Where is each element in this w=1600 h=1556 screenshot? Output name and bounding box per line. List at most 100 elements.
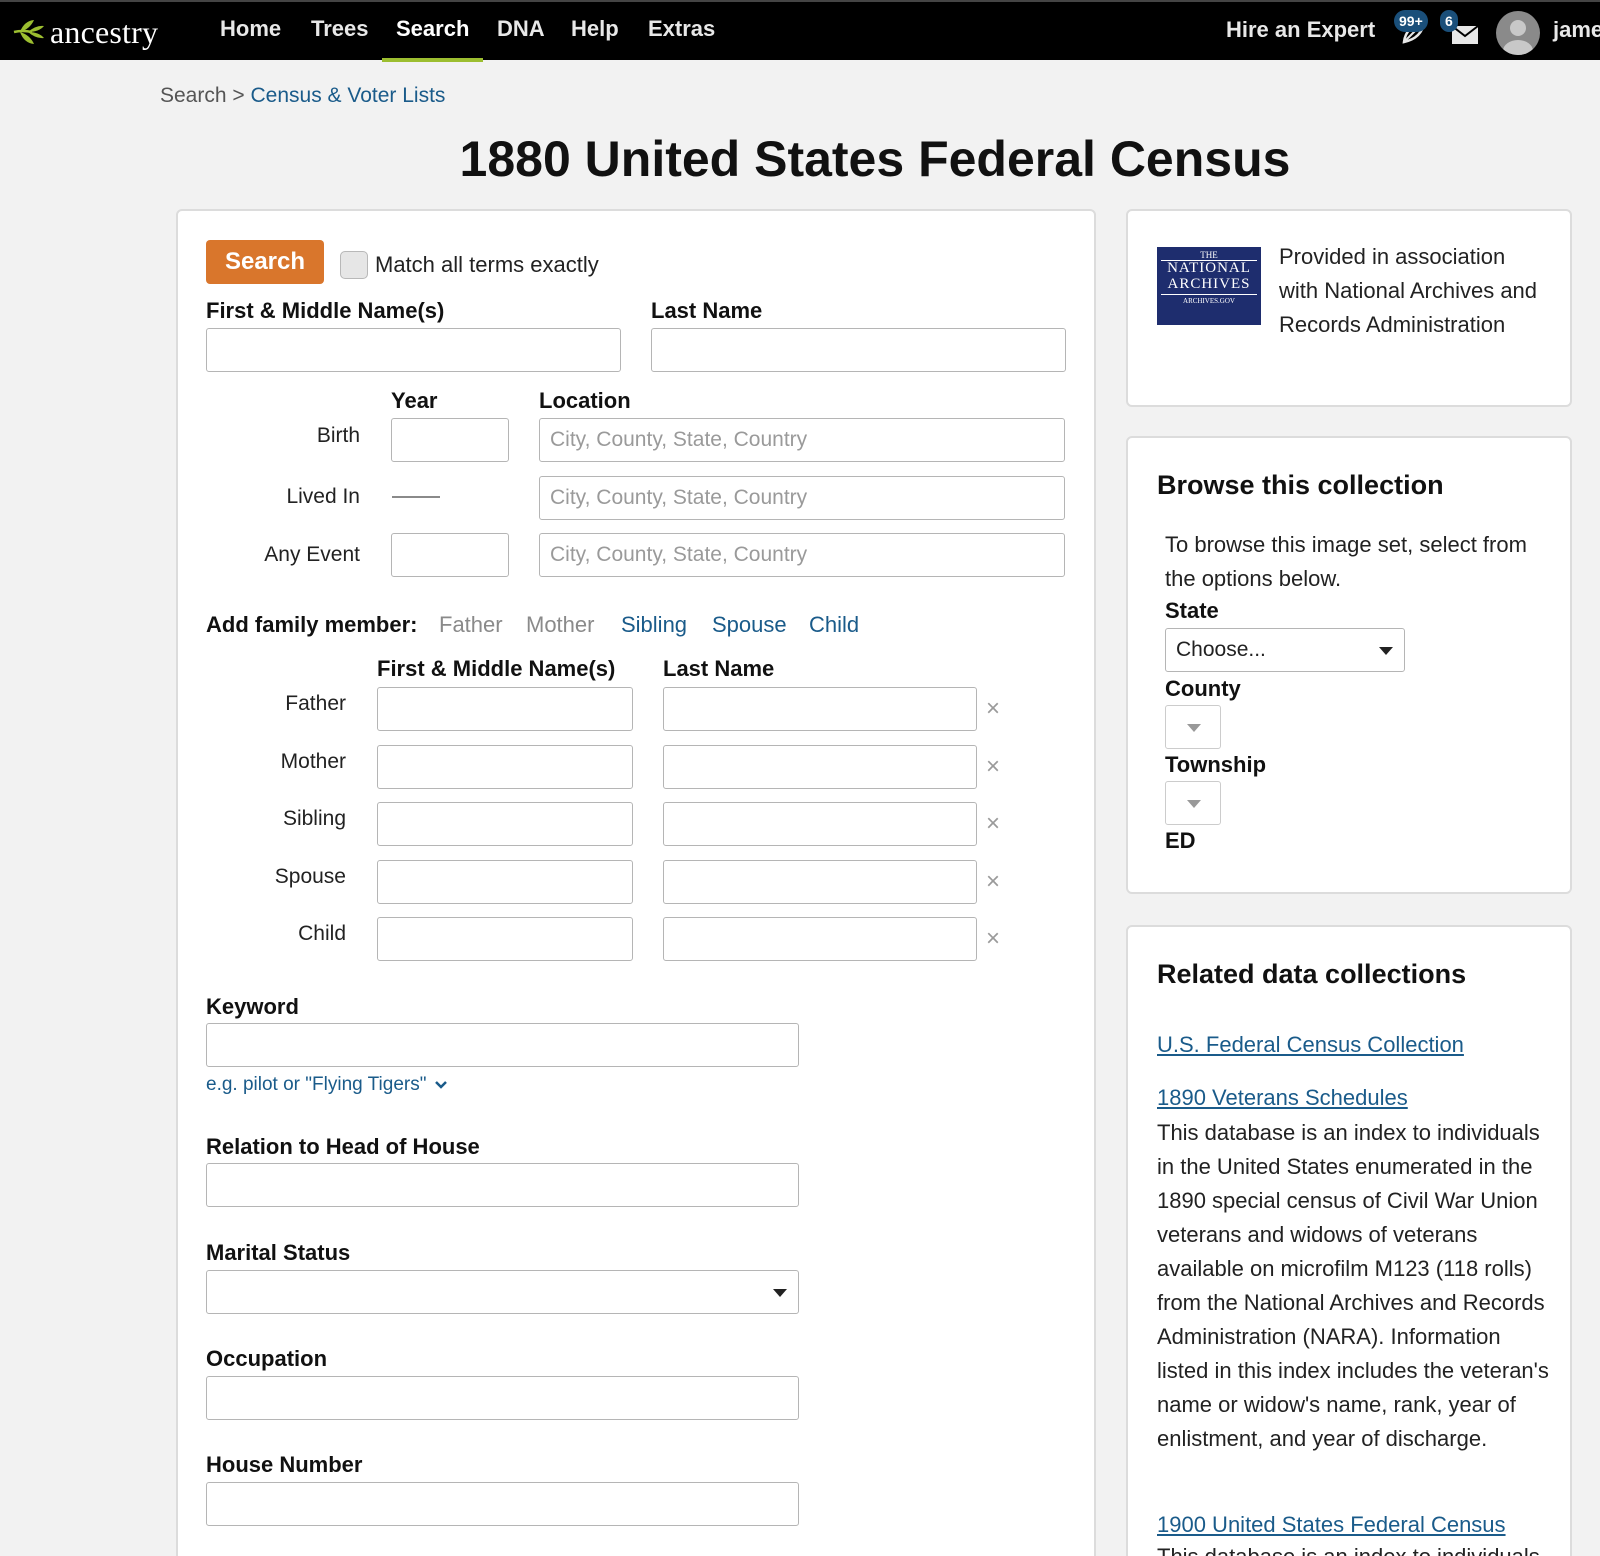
related-desc-1890-veterans: This database is an index to individuals… (1157, 1120, 1549, 1451)
top-nav: ancestry Home Trees Search DNA Help Extr… (0, 0, 1600, 62)
breadcrumb: Search > Census & Voter Lists (160, 84, 445, 108)
birth-year-input[interactable] (391, 418, 509, 462)
county-label: County (1165, 676, 1241, 701)
family-first-name-input[interactable] (377, 744, 633, 789)
add-father-link[interactable]: Father (439, 612, 503, 638)
browse-intro: To browse this image set, select from th… (1165, 532, 1527, 591)
related-link-us-census[interactable]: U.S. Federal Census Collection (1157, 1032, 1464, 1058)
user-avatar[interactable] (1496, 11, 1540, 55)
nara-logo-line2: NATIONAL (1161, 260, 1257, 276)
breadcrumb-current[interactable]: Census & Voter Lists (251, 84, 446, 107)
last-name-input[interactable] (651, 328, 1066, 372)
username[interactable]: jame (1553, 17, 1600, 43)
leaf-logo-icon (13, 20, 44, 44)
family-last-name-input[interactable] (663, 917, 977, 961)
nav-search[interactable]: Search (382, 16, 484, 62)
township-label: Township (1165, 752, 1267, 777)
family-row-label: Sibling (282, 807, 346, 830)
any-event-year-input[interactable] (391, 533, 509, 577)
family-row-label: Mother (280, 749, 346, 773)
related-link-1900-census[interactable]: 1900 United States Federal Census (1157, 1512, 1506, 1538)
location-header: Location (539, 388, 631, 413)
nav-extras[interactable]: Extras (648, 16, 715, 62)
remove-family-member-icon[interactable]: × (982, 754, 1004, 778)
first-middle-name-label: First & Middle Name(s) (206, 298, 445, 323)
keyword-hint-text: e.g. pilot or "Flying Tigers" (206, 1074, 427, 1095)
nav-trees[interactable]: Trees (311, 16, 369, 62)
family-first-name-input[interactable] (377, 802, 633, 846)
breadcrumb-root[interactable]: Search (160, 84, 227, 107)
family-last-name-input[interactable] (663, 802, 977, 846)
remove-family-member-icon[interactable]: × (982, 869, 1004, 893)
occupation-input[interactable] (206, 1376, 799, 1420)
dropdown-caret-icon (1379, 647, 1393, 655)
related-heading: Related data collections (1157, 959, 1467, 989)
house-number-label: House Number (206, 1452, 363, 1477)
house-number-input[interactable] (206, 1482, 799, 1526)
ancestry-logo[interactable]: ancestry (12, 14, 158, 50)
add-mother-link[interactable]: Mother (526, 612, 594, 638)
remove-family-member-icon[interactable]: × (982, 927, 1004, 951)
remove-family-member-icon[interactable]: × (982, 697, 1004, 721)
nara-logo-line3: ARCHIVES (1167, 276, 1251, 292)
national-archives-logo: THE NATIONAL ARCHIVES ARCHIVES.GOV (1157, 247, 1261, 325)
first-name-input[interactable] (206, 328, 621, 372)
nara-logo-line1: THE (1200, 250, 1218, 260)
hire-expert-link[interactable]: Hire an Expert (1226, 17, 1375, 43)
chevron-down-icon (435, 1081, 448, 1089)
family-row-label: Spouse (274, 864, 346, 888)
family-first-name-input[interactable] (377, 917, 633, 961)
family-row-label: Child (298, 922, 346, 945)
dropdown-caret-icon (1187, 800, 1201, 808)
keyword-input[interactable] (206, 1023, 799, 1067)
marital-status-select[interactable] (206, 1270, 799, 1314)
keyword-label: Keyword (206, 994, 299, 1019)
search-button[interactable]: Search (206, 240, 324, 284)
remove-family-member-icon[interactable]: × (982, 812, 1004, 836)
notifications-badge: 99+ (1394, 10, 1428, 32)
family-row-label: Father (285, 692, 346, 715)
nav-help[interactable]: Help (571, 16, 619, 62)
dropdown-caret-icon (1187, 724, 1201, 732)
last-name-label: Last Name (651, 298, 763, 323)
birth-location-input[interactable]: City, County, State, Country (539, 418, 1065, 462)
nara-logo-line4: ARCHIVES.GOV (1161, 294, 1257, 307)
related-link-1890-veterans[interactable]: 1890 Veterans Schedules (1157, 1085, 1408, 1111)
family-last-name-input[interactable] (663, 744, 977, 789)
add-spouse-link[interactable]: Spouse (712, 612, 787, 638)
messages-badge: 6 (1440, 10, 1458, 32)
family-last-name-input[interactable] (663, 687, 977, 731)
logo-text: ancestry (50, 13, 159, 50)
family-first-name-input[interactable] (377, 687, 633, 731)
county-select[interactable] (1165, 705, 1221, 749)
match-exact-label: Match all terms exactly (375, 252, 599, 277)
birth-label: Birth (316, 424, 360, 447)
occupation-label: Occupation (206, 1346, 328, 1371)
add-sibling-link[interactable]: Sibling (621, 612, 687, 638)
page-title: 1880 United States Federal Census (459, 131, 1291, 187)
any-event-location-input[interactable]: City, County, State, Country (539, 533, 1065, 577)
family-last-name-input[interactable] (663, 859, 977, 904)
add-child-link[interactable]: Child (809, 612, 859, 638)
state-label: State (1165, 598, 1219, 623)
lived-in-year-dash (392, 496, 440, 498)
family-first-name-input[interactable] (377, 859, 633, 904)
family-last-header: Last Name (663, 656, 775, 681)
browse-heading: Browse this collection (1157, 470, 1444, 500)
family-first-header: First & Middle Name(s) (377, 656, 616, 681)
nav-dna[interactable]: DNA (497, 16, 545, 62)
relation-input[interactable] (206, 1163, 799, 1207)
match-exact-checkbox[interactable] (340, 251, 368, 279)
township-select[interactable] (1165, 781, 1221, 825)
any-event-label: Any Event (264, 543, 360, 566)
nav-home[interactable]: Home (220, 16, 281, 62)
add-family-label: Add family member: (206, 612, 418, 637)
year-header: Year (391, 388, 438, 413)
dropdown-caret-icon (773, 1289, 787, 1297)
keyword-hint[interactable]: e.g. pilot or "Flying Tigers" (206, 1074, 448, 1096)
state-select-value: Choose... (1176, 638, 1266, 661)
lived-in-location-input[interactable]: City, County, State, Country (539, 476, 1065, 520)
lived-in-label: Lived In (286, 485, 360, 508)
related-desc-1900-census: This database is an index to individuals (1157, 1540, 1552, 1556)
state-select[interactable]: Choose... (1165, 628, 1405, 672)
